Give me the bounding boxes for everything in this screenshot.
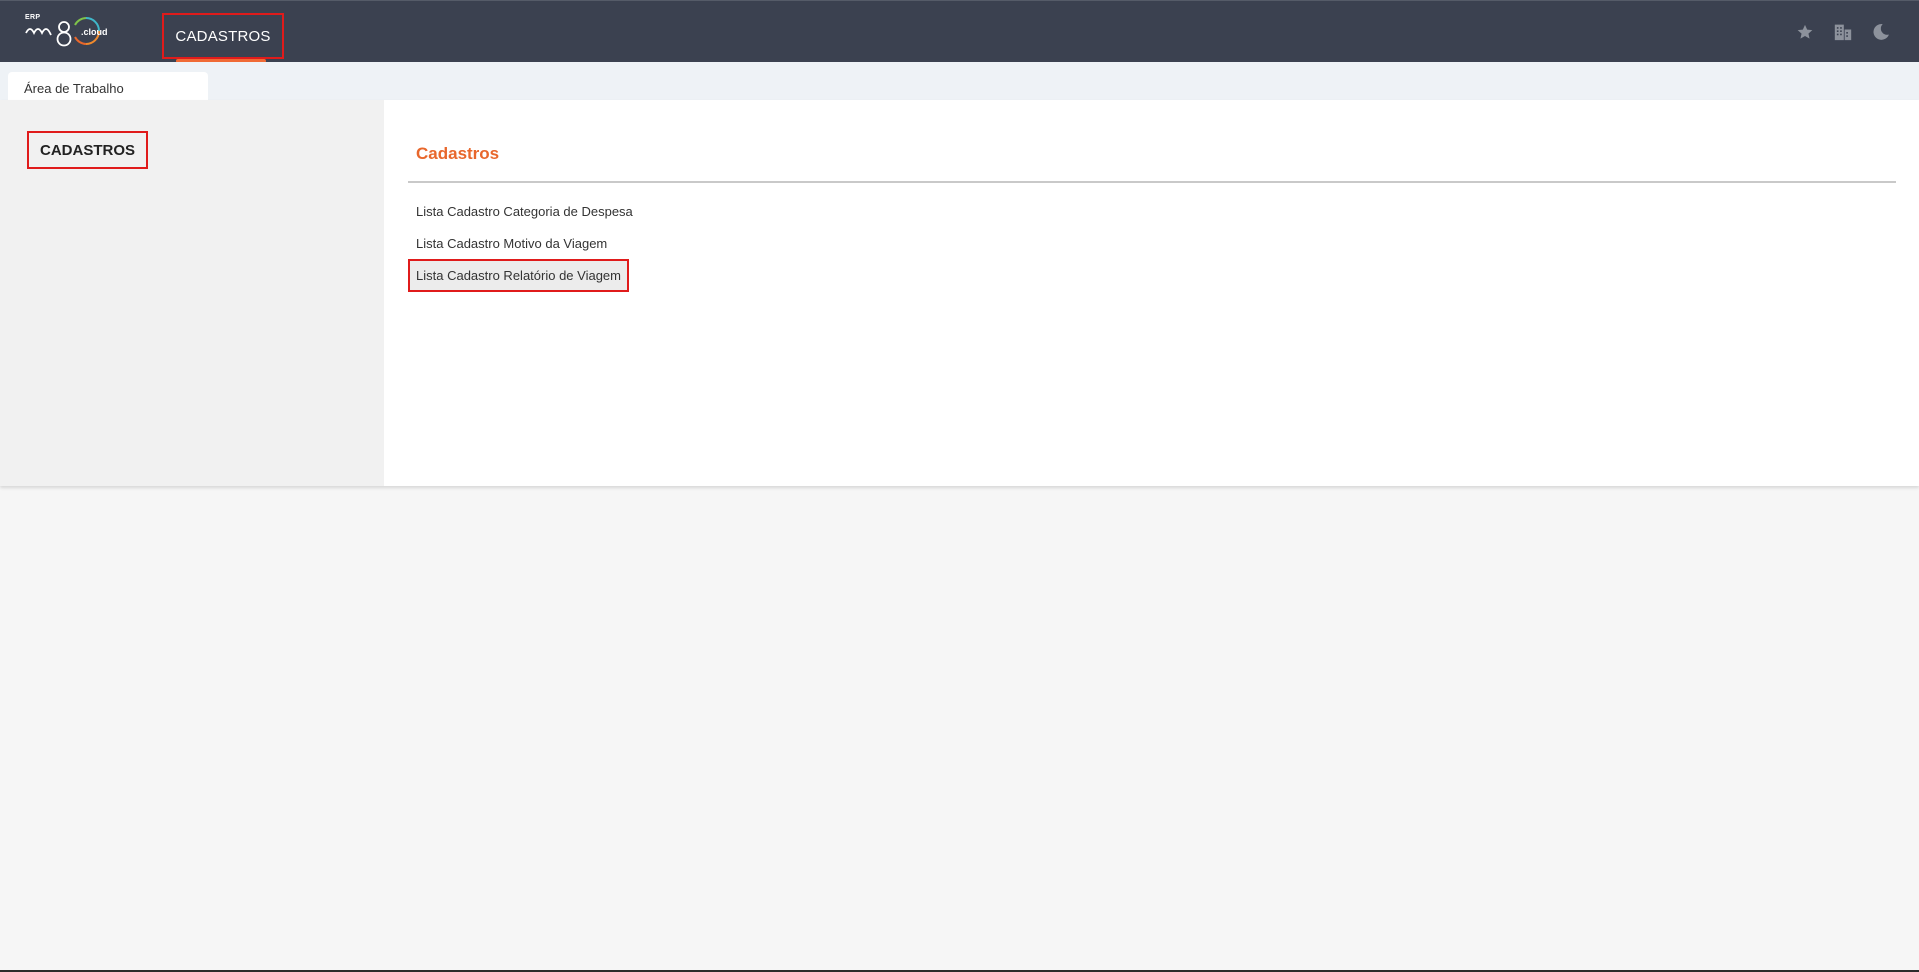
nav-item-cadastros[interactable]: CADASTROS — [162, 13, 284, 59]
link-motivo-viagem[interactable]: Lista Cadastro Motivo da Viagem — [408, 229, 615, 257]
star-icon[interactable] — [1794, 21, 1816, 43]
link-relatorio-viagem[interactable]: Lista Cadastro Relatório de Viagem — [408, 259, 629, 292]
section-divider — [408, 181, 1896, 183]
sidebar: CADASTROS — [0, 100, 384, 486]
link-label: Lista Cadastro Categoria de Despesa — [416, 203, 633, 219]
sidebar-item-label: CADASTROS — [39, 141, 135, 159]
tab-label: Área de Trabalho — [24, 81, 124, 96]
content-area: Cadastros Lista Cadastro Categoria de De… — [384, 100, 1919, 486]
section-title: Cadastros — [416, 144, 500, 163]
sidebar-item-cadastros[interactable]: CADASTROS — [27, 131, 148, 169]
link-label: Lista Cadastro Motivo da Viagem — [416, 235, 608, 251]
building-icon[interactable] — [1832, 21, 1854, 43]
workspace-tabstrip: Área de Trabalho — [0, 62, 1919, 100]
tab-area-de-trabalho[interactable]: Área de Trabalho — [8, 72, 208, 100]
link-label: Lista Cadastro Relatório de Viagem — [416, 268, 621, 283]
link-categoria-despesa[interactable]: Lista Cadastro Categoria de Despesa — [408, 197, 641, 225]
main-panel: CADASTROS Cadastros Lista Cadastro Categ… — [0, 100, 1919, 486]
moon-icon[interactable] — [1870, 21, 1892, 43]
logo-cloud-text: .cloud — [81, 27, 108, 37]
top-navbar: ERP .cloud CADASTROS — [0, 0, 1919, 63]
m8-cloud-logo[interactable]: ERP .cloud — [24, 13, 114, 53]
nav-item-label: CADASTROS — [175, 27, 271, 45]
